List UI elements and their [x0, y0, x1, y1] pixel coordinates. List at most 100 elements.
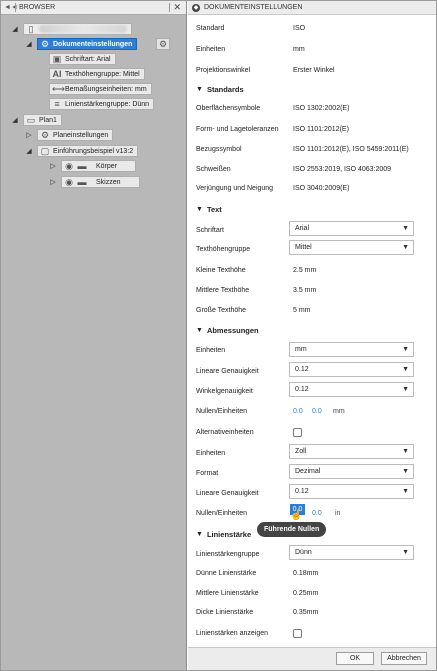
tree-label: Schriftart: Arial	[65, 55, 111, 63]
expand-triangle-icon[interactable]: ◢	[11, 117, 19, 125]
caret-down-icon: ▼	[196, 86, 203, 93]
sheet-icon: ▭	[26, 115, 36, 125]
dropdown-value: 0.12	[295, 488, 309, 495]
dropdown-value: Dünn	[295, 549, 312, 556]
close-icon[interactable]: ✕	[173, 2, 183, 13]
standard-value: ISO	[293, 25, 306, 32]
tree-sheet[interactable]: ▭ Plan1	[23, 114, 62, 126]
separator	[169, 3, 171, 12]
pin-icon[interactable]: ◆	[192, 3, 200, 12]
taper-label: Verjüngung und Neigung	[196, 185, 274, 192]
tree-font[interactable]: ▣ Schriftart: Arial	[49, 53, 116, 65]
document-name-redacted	[39, 25, 127, 33]
tree-label: Skizzen	[96, 178, 121, 186]
standard-label: Standard	[196, 25, 225, 32]
datum-label: Bezugssymbol	[196, 146, 242, 153]
section-title: Text	[206, 205, 222, 214]
welding-label: Schweißen	[196, 166, 231, 173]
tree-sketches[interactable]: ◉ ▬ Skizzen	[61, 176, 140, 188]
tree-dim-units[interactable]: ⟷ Bemaßungseinheiten: mm	[49, 83, 152, 95]
tree-doc-settings[interactable]: ⚙ Dokumenteinstellungen	[37, 38, 138, 50]
dropdown-arrow-icon: ▼	[402, 244, 409, 251]
font-dropdown[interactable]: Arial ▼	[289, 221, 414, 236]
datum-value: ISO 1101:2012(E), ISO 5459:2011(E)	[293, 146, 409, 153]
tree-sheet-settings[interactable]: ⚙ Planeinstellungen	[37, 129, 114, 141]
dropdown-value: 0.12	[295, 366, 309, 373]
text-group-dropdown[interactable]: Mittel ▼	[289, 240, 414, 255]
tree-label: Einführungsbeispiel v13:2	[53, 147, 134, 155]
units-value: mm	[293, 46, 305, 53]
linear-precision-dropdown[interactable]: 0.12 ▼	[289, 362, 414, 377]
tooltip: Führende Nullen	[257, 522, 327, 537]
thick-line-value: 0.35mm	[293, 609, 319, 616]
dropdown-value: 0.12	[295, 386, 309, 393]
mid-text-label: Mittlere Texthöhe	[196, 287, 250, 294]
leading-zeros-toggle[interactable]: 0.0	[293, 408, 303, 415]
line-group-dropdown[interactable]: Dünn ▼	[289, 545, 414, 560]
thick-line-label: Dicke Linienstärke	[196, 609, 254, 616]
settings-gear-icon[interactable]: ⚙	[156, 38, 170, 50]
tree-text-height[interactable]: AI Texthöhengruppe: Mittel	[49, 68, 145, 80]
font-file-icon: ▣	[52, 54, 62, 64]
expand-triangle-icon[interactable]: ◢	[25, 148, 33, 156]
section-dimensions[interactable]: ▼ Abmessungen	[196, 326, 259, 335]
eye-icon[interactable]: ◉	[64, 161, 74, 171]
tree-bodies[interactable]: ◉ ▬ Körper	[61, 160, 137, 172]
surface-label: Oberflächensymbole	[196, 105, 261, 112]
alt-zeros-unit: in	[335, 510, 341, 517]
dimension-icon: ⟷	[52, 84, 65, 94]
section-standards[interactable]: ▼ Standards	[196, 85, 244, 94]
tree-label: Dokumenteinstellungen	[53, 40, 133, 48]
linear-precision-label: Lineare Genauigkeit	[196, 368, 259, 375]
component-icon: ▢	[40, 146, 50, 156]
large-text-value: 5 mm	[293, 307, 311, 314]
small-text-value: 2.5 mm	[293, 267, 317, 274]
dropdown-value: mm	[295, 346, 307, 353]
tree-line-weight[interactable]: ≡ Linienstärkengruppe: Dünn	[49, 98, 155, 110]
dim-units-dropdown[interactable]: mm ▼	[289, 342, 414, 357]
section-title: Linienstärke	[206, 530, 252, 539]
expand-triangle-icon[interactable]: ◢	[25, 41, 33, 49]
alt-linear-precision-dropdown[interactable]: 0.12 ▼	[289, 484, 414, 499]
dropdown-arrow-icon: ▼	[402, 386, 409, 393]
text-height-icon: AI	[52, 69, 62, 79]
settings-header: ◆ DOKUMENTEINSTELLUNGEN	[188, 1, 436, 15]
projection-value: Erster Winkel	[293, 67, 335, 74]
tree-label: Texthöhengruppe: Mittel	[65, 70, 140, 78]
alt-units-checkbox[interactable]	[293, 428, 302, 437]
collapse-triangle-icon[interactable]: ▷	[49, 163, 57, 171]
browser-panel: ◄◄ BROWSER ✕ ◢ ▯ ◢ ⚙ Dokumenteinstellunge…	[1, 1, 187, 670]
alt-units-dropdown[interactable]: Zoll ▼	[289, 444, 414, 459]
trailing-zeros-toggle[interactable]: 0.0	[312, 408, 322, 415]
show-lineweights-checkbox[interactable]	[293, 629, 302, 638]
angular-precision-dropdown[interactable]: 0.12 ▼	[289, 382, 414, 397]
cancel-button[interactable]: Abbrechen	[381, 652, 427, 665]
section-text[interactable]: ▼ Text	[196, 205, 222, 214]
line-weight-icon: ≡	[54, 99, 60, 109]
section-lineweight[interactable]: ▼ Linienstärke	[196, 530, 251, 539]
collapse-triangle-icon[interactable]: ▷	[25, 132, 33, 140]
eye-icon[interactable]: ◉	[64, 177, 74, 187]
alt-zeros-label: Nullen/Einheiten	[196, 510, 247, 517]
caret-down-icon: ▼	[196, 327, 203, 334]
large-text-label: Große Texthöhe	[196, 307, 247, 314]
dropdown-arrow-icon: ▼	[402, 366, 409, 373]
caret-down-icon: ▼	[196, 531, 203, 538]
dropdown-arrow-icon: ▼	[402, 448, 409, 455]
alt-units-label: Alternativeinheiten	[196, 429, 254, 436]
collapse-triangle-icon[interactable]: ▷	[49, 179, 57, 187]
dropdown-arrow-icon: ▼	[402, 225, 409, 232]
format-dropdown[interactable]: Dezimal ▼	[289, 464, 414, 479]
thin-line-value: 0.18mm	[293, 570, 319, 577]
tree-intro-example[interactable]: ▢ Einführungsbeispiel v13:2	[37, 145, 139, 157]
settings-panel: ◆ DOKUMENTEINSTELLUNGEN Standard ISO Ein…	[188, 1, 436, 670]
expand-triangle-icon[interactable]: ◢	[11, 26, 19, 34]
tree-root[interactable]: ▯	[23, 23, 132, 35]
dim-units-label: Einheiten	[196, 347, 226, 354]
browser-title: BROWSER	[19, 4, 56, 11]
ok-button[interactable]: OK	[336, 652, 374, 665]
alt-trailing-zeros-toggle[interactable]: 0.0	[312, 510, 322, 517]
tree-label: Bemaßungseinheiten: mm	[65, 85, 147, 93]
show-lineweights-label: Linienstärken anzeigen	[196, 630, 268, 637]
collapse-icon[interactable]: ◄◄	[4, 4, 18, 11]
